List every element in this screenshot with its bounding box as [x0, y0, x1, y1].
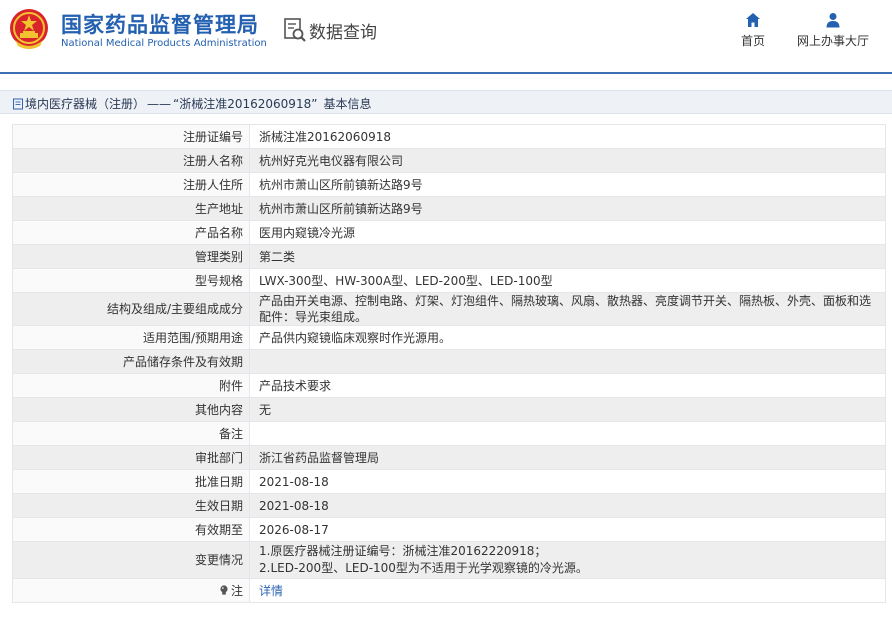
registration-detail-table: 注册证编号 浙械注准20162060918 注册人名称 杭州好克光电仪器有限公司 注册人…	[12, 124, 886, 603]
detail-row: 有效期至 2026-08-17	[12, 517, 886, 542]
field-value: 无	[249, 397, 886, 422]
field-value: 杭州好克光电仪器有限公司	[249, 148, 886, 173]
field-label: 审批部门	[12, 445, 250, 470]
field-value: 2021-08-18	[249, 469, 886, 494]
field-label: 型号规格	[12, 268, 250, 293]
national-emblem-logo	[10, 9, 48, 49]
field-value: 详情	[249, 578, 886, 603]
field-value: 1.原医疗器械注册证编号：浙械注准20162220918； 2.LED-200型…	[249, 541, 886, 579]
field-value: 2026-08-17	[249, 517, 886, 542]
field-label: 产品名称	[12, 220, 250, 245]
detail-row: 生效日期 2021-08-18	[12, 493, 886, 518]
field-label: 变更情况	[12, 541, 250, 579]
breadcrumb-record: “浙械注准20162060918”	[173, 97, 318, 111]
change-line: 1.原医疗器械注册证编号：浙械注准20162220918；	[259, 544, 547, 558]
nav-online-office[interactable]: 网上办事大厅	[794, 12, 872, 49]
field-label: 生效日期	[12, 493, 250, 518]
field-value: 产品供内窥镜临床观察时作光源用。	[249, 325, 886, 350]
detail-row: 批准日期 2021-08-18	[12, 469, 886, 494]
details-link[interactable]: 详情	[259, 584, 283, 598]
field-value: LWX-300型、HW-300A型、LED-200型、LED-100型	[249, 268, 886, 293]
field-label: 备注	[12, 421, 250, 446]
detail-row: 产品储存条件及有效期	[12, 349, 886, 374]
change-info-row: 变更情况 1.原医疗器械注册证编号：浙械注准20162220918； 2.LED…	[12, 541, 886, 579]
field-label: 批准日期	[12, 469, 250, 494]
field-label: 注	[12, 578, 250, 603]
detail-row: 注册证编号 浙械注准20162060918	[12, 124, 886, 149]
field-value: 第二类	[249, 244, 886, 269]
detail-row: 产品名称 医用内窥镜冷光源	[12, 220, 886, 245]
breadcrumb-category[interactable]: 境内医疗器械（注册）	[25, 95, 145, 112]
change-line: 2.LED-200型、LED-100型为不适用于光学观察镜的冷光源。	[259, 561, 588, 575]
field-label: 适用范围/预期用途	[12, 325, 250, 350]
field-value: 产品由开关电源、控制电路、灯架、灯泡组件、隔热玻璃、风扇、散热器、亮度调节开关、…	[249, 292, 886, 326]
nav-home-label: 首页	[740, 34, 765, 48]
user-icon	[826, 13, 840, 28]
nav-home[interactable]: 首页	[736, 12, 770, 49]
field-label: 注册人名称	[12, 148, 250, 173]
field-value: 产品技术要求	[249, 373, 886, 398]
detail-row: 其他内容无	[12, 397, 886, 422]
field-value	[249, 349, 886, 374]
detail-row: 附件 产品技术要求	[12, 373, 886, 398]
field-label: 结构及组成/主要组成成分	[12, 292, 250, 326]
note-label: 注	[230, 583, 243, 598]
field-label: 产品储存条件及有效期	[12, 349, 250, 374]
detail-row: 注册人住所 杭州市萧山区所前镇新达路9号	[12, 172, 886, 197]
field-label: 注册人住所	[12, 172, 250, 197]
field-value	[249, 421, 886, 446]
field-label: 注册证编号	[12, 124, 250, 149]
nav-online-office-label: 网上办事大厅	[796, 34, 869, 48]
field-value: 2021-08-18	[249, 493, 886, 518]
detail-row: 审批部门 浙江省药品监督管理局	[12, 445, 886, 470]
data-query-title: 数据查询	[283, 17, 377, 43]
detail-row: 型号规格 LWX-300型、HW-300A型、LED-200型、LED-100型	[12, 268, 886, 293]
breadcrumb-separator: ——	[147, 96, 172, 111]
field-label: 附件	[12, 373, 250, 398]
detail-table-body: 注册证编号 浙械注准20162060918 注册人名称 杭州好克光电仪器有限公司 注册人…	[12, 124, 886, 603]
site-header: 国家药品监督管理局 National Medical Products Admi…	[0, 0, 892, 72]
field-label: 有效期至	[12, 517, 250, 542]
note-row: 注 详情	[12, 578, 886, 603]
home-icon	[746, 13, 760, 27]
field-value: 杭州市萧山区所前镇新达路9号	[249, 172, 886, 197]
field-value: 医用内窥镜冷光源	[249, 220, 886, 245]
data-query-label: 数据查询	[309, 22, 377, 43]
field-label: 生产地址	[12, 196, 250, 221]
detail-row: 备注	[12, 421, 886, 446]
detail-row: 结构及组成/主要组成成分 产品由开关电源、控制电路、灯架、灯泡组件、隔热玻璃、风扇…	[12, 292, 886, 326]
detail-row: 生产地址 杭州市萧山区所前镇新达路9号	[12, 196, 886, 221]
document-search-icon	[284, 18, 306, 42]
field-value: 杭州市萧山区所前镇新达路9号	[249, 196, 886, 221]
field-value: 浙江省药品监督管理局	[249, 445, 886, 470]
breadcrumb: 境内医疗器械（注册） —— “浙械注准20162060918” 基本信息	[12, 95, 371, 112]
breadcrumb-suffix: 基本信息	[323, 97, 372, 111]
detail-row: 管理类别 第二类	[12, 244, 886, 269]
lightbulb-icon	[220, 584, 228, 595]
header-divider	[0, 72, 892, 74]
document-icon	[13, 98, 23, 109]
agency-name-en: National Medical Products Administration	[61, 38, 267, 49]
detail-row: 适用范围/预期用途 产品供内窥镜临床观察时作光源用。	[12, 325, 886, 350]
detail-row: 注册人名称 杭州好克光电仪器有限公司	[12, 148, 886, 173]
breadcrumb-bar: 境内医疗器械（注册） —— “浙械注准20162060918” 基本信息	[0, 90, 892, 114]
agency-name-cn: 国家药品监督管理局	[61, 13, 259, 37]
field-label: 管理类别	[12, 244, 250, 269]
field-value: 浙械注准20162060918	[249, 124, 886, 149]
field-label: 其他内容	[12, 397, 250, 422]
